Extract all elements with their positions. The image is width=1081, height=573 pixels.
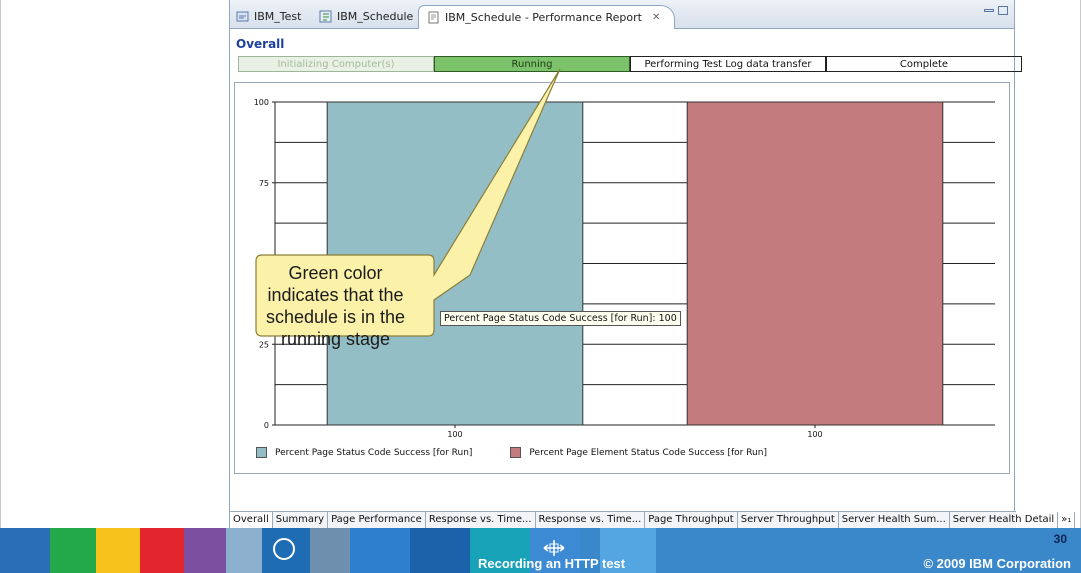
- page-number: 30: [1053, 532, 1067, 546]
- banner-block: [50, 528, 96, 573]
- copyright-text: © 2009 IBM Corporation: [923, 556, 1071, 571]
- banner-block: [184, 528, 226, 573]
- callout-text: Green color indicates that the schedule …: [265, 263, 406, 349]
- banner-block: [410, 528, 470, 573]
- banner-block: [96, 528, 140, 573]
- slide-footer-banner: Recording an HTTP test 30 © 2009 IBM Cor…: [0, 528, 1081, 573]
- banner-block: [140, 528, 184, 573]
- banner-block: [0, 528, 50, 573]
- banner-image-person: [310, 528, 350, 573]
- banner-image-crane: [226, 528, 262, 573]
- chart-tooltip: Percent Page Status Code Success [for Ru…: [440, 311, 681, 326]
- callout-overlay: [255, 68, 561, 337]
- banner-image-buildings: [350, 528, 410, 573]
- footer-title: Recording an HTTP test: [478, 556, 626, 571]
- banner-block: [262, 528, 310, 573]
